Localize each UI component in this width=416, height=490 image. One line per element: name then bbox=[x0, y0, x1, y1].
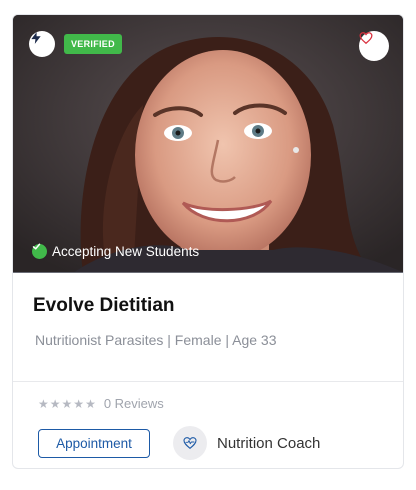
availability-text: Accepting New Students bbox=[52, 243, 200, 259]
star-icon: ★ bbox=[49, 396, 61, 411]
check-circle-icon bbox=[32, 243, 47, 259]
star-icon: ★ bbox=[85, 396, 96, 411]
profile-meta: Nutritionist Parasites | Female | Age 33 bbox=[35, 332, 277, 348]
heart-icon bbox=[359, 32, 373, 45]
appointment-button[interactable]: Appointment bbox=[38, 429, 150, 458]
lightning-bolt-icon bbox=[31, 32, 41, 44]
star-rating: ★ ★ ★ ★ ★ bbox=[38, 398, 96, 410]
rating: ★ ★ ★ ★ ★ 0 Reviews bbox=[38, 396, 164, 411]
star-icon: ★ bbox=[38, 396, 49, 411]
reviews-count[interactable]: 0 Reviews bbox=[104, 396, 164, 411]
favorite-button[interactable] bbox=[359, 31, 389, 61]
card-divider bbox=[13, 381, 403, 382]
role-label: Nutrition Coach bbox=[217, 435, 321, 452]
star-icon: ★ bbox=[73, 396, 85, 411]
instant-book-button[interactable] bbox=[29, 31, 55, 57]
photo-divider bbox=[13, 272, 403, 273]
availability-status: Accepting New Students bbox=[32, 242, 199, 260]
heart-pulse-icon bbox=[173, 426, 207, 460]
star-icon: ★ bbox=[61, 396, 73, 411]
profile-card: VERIFIED Accepting New Students Evolve D… bbox=[12, 14, 404, 469]
profile-photo[interactable]: VERIFIED Accepting New Students bbox=[13, 15, 403, 273]
verified-badge: VERIFIED bbox=[64, 34, 122, 54]
profile-name[interactable]: Evolve Dietitian bbox=[33, 295, 175, 317]
